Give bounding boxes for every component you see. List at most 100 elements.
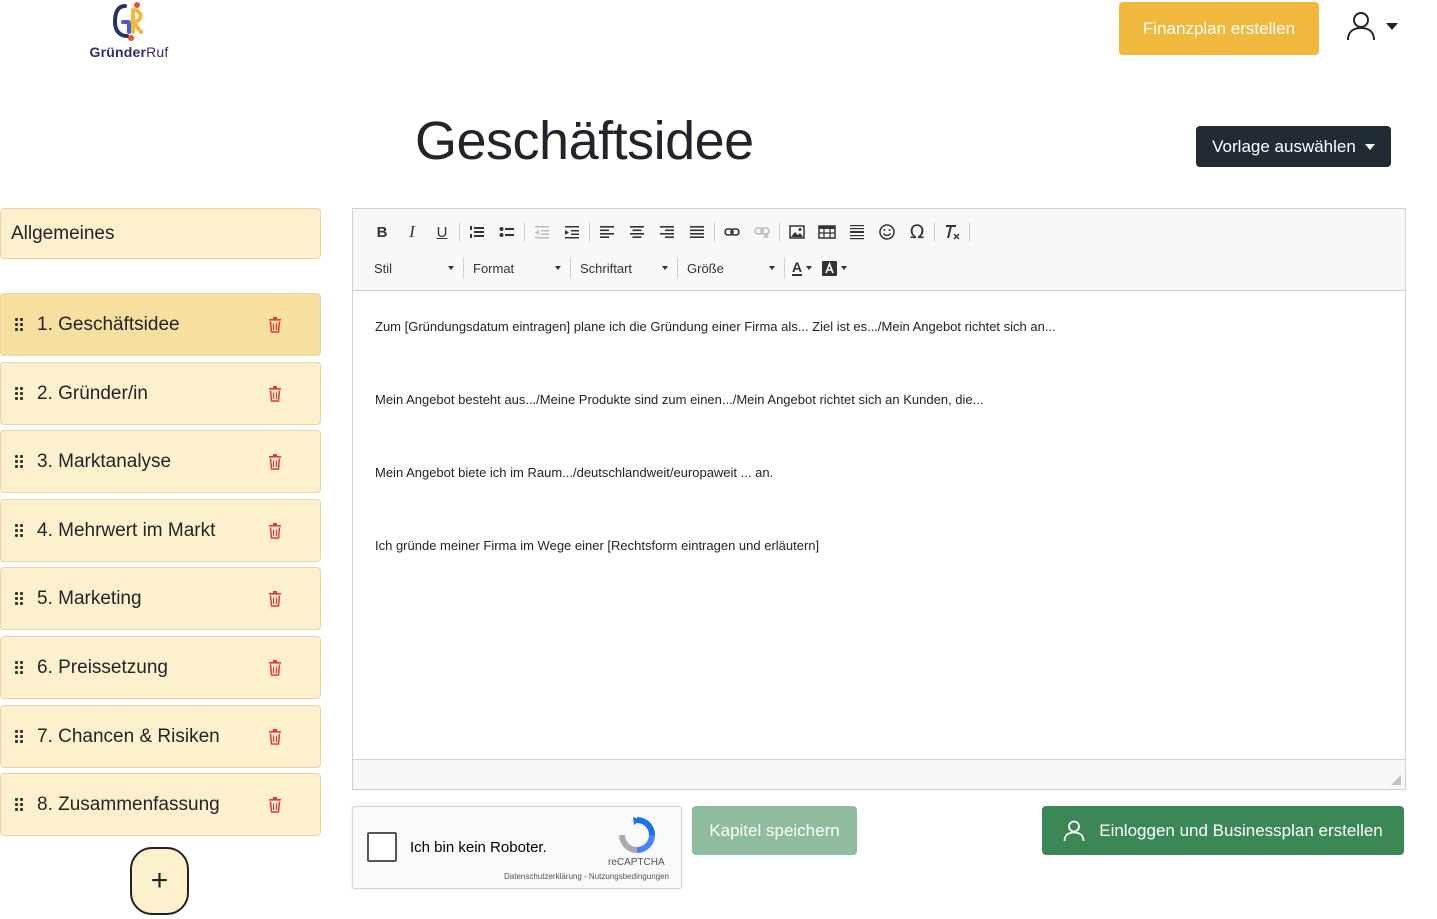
toolbar-separator bbox=[463, 258, 464, 278]
drag-handle-icon[interactable] bbox=[1, 730, 37, 743]
chapter-label: 7. Chancen & Risiken bbox=[37, 725, 220, 747]
chapter-item[interactable]: 2. Gründer/in bbox=[0, 362, 321, 425]
format-dropdown[interactable]: Format bbox=[466, 257, 568, 279]
resize-handle-icon[interactable] bbox=[1391, 775, 1401, 785]
recaptcha-checkbox[interactable] bbox=[367, 832, 397, 862]
chapter-item[interactable]: 7. Chancen & Risiken bbox=[0, 705, 321, 768]
trash-icon[interactable] bbox=[268, 659, 282, 676]
bullet-list-icon[interactable] bbox=[492, 221, 522, 243]
sidebar-item-allgemeines[interactable]: Allgemeines bbox=[0, 208, 321, 259]
editor-statusbar bbox=[353, 759, 1405, 789]
underline-button[interactable]: U bbox=[427, 221, 457, 243]
numbered-list-icon[interactable] bbox=[462, 221, 492, 243]
toolbar-separator bbox=[570, 258, 571, 278]
italic-button[interactable]: I bbox=[397, 221, 427, 243]
toolbar-separator bbox=[714, 222, 715, 242]
logo[interactable]: GründerRuf bbox=[86, 2, 172, 64]
editor-content[interactable]: Zum [Gründungsdatum eintragen] plane ich… bbox=[353, 291, 1405, 637]
chapter-label: 5. Marketing bbox=[37, 587, 142, 609]
drag-handle-icon[interactable] bbox=[1, 387, 37, 400]
toolbar-separator bbox=[677, 258, 678, 278]
style-dropdown[interactable]: Stil bbox=[367, 257, 461, 279]
drag-handle-icon[interactable] bbox=[1, 318, 37, 331]
chapter-item[interactable]: 6. Preissetzung bbox=[0, 636, 321, 699]
editor-paragraph: Mein Angebot biete ich im Raum.../deutsc… bbox=[375, 465, 774, 480]
chevron-down-icon bbox=[806, 266, 813, 270]
background-color-button[interactable] bbox=[817, 257, 852, 279]
background-color-icon bbox=[822, 260, 838, 276]
trash-icon[interactable] bbox=[268, 796, 282, 813]
trash-icon[interactable] bbox=[268, 316, 282, 333]
chevron-down-icon bbox=[448, 266, 454, 270]
add-chapter-button[interactable]: + bbox=[130, 847, 189, 915]
drag-handle-icon[interactable] bbox=[1, 524, 37, 537]
table-icon[interactable] bbox=[812, 221, 842, 243]
user-icon bbox=[1063, 820, 1085, 841]
chapter-label: 6. Preissetzung bbox=[37, 656, 168, 678]
finanzplan-button[interactable]: Finanzplan erstellen bbox=[1119, 2, 1319, 55]
text-color-button[interactable]: A bbox=[787, 257, 817, 279]
unlink-icon[interactable] bbox=[747, 221, 777, 243]
chapter-item[interactable]: 3. Marktanalyse bbox=[0, 430, 321, 493]
recaptcha-links[interactable]: Datenschutzerklärung - Nutzungsbedingung… bbox=[504, 872, 669, 881]
toolbar-separator bbox=[969, 222, 970, 242]
chapter-label: 8. Zusammenfassung bbox=[37, 793, 220, 815]
size-dropdown[interactable]: Größe bbox=[680, 257, 782, 279]
align-justify-icon[interactable] bbox=[682, 221, 712, 243]
chapter-item[interactable]: 5. Marketing bbox=[0, 567, 321, 630]
drag-handle-icon[interactable] bbox=[1, 592, 37, 605]
bold-button[interactable]: B bbox=[367, 221, 397, 243]
toolbar-separator bbox=[589, 222, 590, 242]
toolbar-separator bbox=[779, 222, 780, 242]
align-center-icon[interactable] bbox=[622, 221, 652, 243]
drag-handle-icon[interactable] bbox=[1, 455, 37, 468]
drag-handle-icon[interactable] bbox=[1, 798, 37, 811]
toolbar-separator bbox=[934, 222, 935, 242]
login-button-label: Einloggen und Businessplan erstellen bbox=[1099, 820, 1383, 840]
text-color-icon: A bbox=[792, 259, 803, 276]
recaptcha-widget: Ich bin kein Roboter. reCAPTCHA Datensch… bbox=[352, 806, 682, 889]
editor-toolbar: B I U Ω Stil Format Schriftart Größe A bbox=[353, 209, 1405, 291]
clear-format-icon[interactable] bbox=[937, 221, 967, 243]
logo-text: GründerRuf bbox=[89, 44, 169, 60]
vorlage-dropdown-button[interactable]: Vorlage auswählen bbox=[1196, 126, 1391, 167]
chapter-label: 4. Mehrwert im Markt bbox=[37, 519, 216, 541]
page-title: Geschäftsidee bbox=[415, 111, 754, 171]
editor-paragraph: Zum [Gründungsdatum eintragen] plane ich… bbox=[375, 319, 1056, 334]
editor-paragraph: Ich gründe meiner Firma im Wege einer [R… bbox=[375, 538, 820, 553]
user-menu[interactable] bbox=[1346, 8, 1408, 44]
chevron-down-icon bbox=[1386, 22, 1398, 30]
image-icon[interactable] bbox=[782, 221, 812, 243]
link-icon[interactable] bbox=[717, 221, 747, 243]
chapter-label: 2. Gründer/in bbox=[37, 382, 148, 404]
trash-icon[interactable] bbox=[268, 453, 282, 470]
chevron-down-icon bbox=[1364, 143, 1375, 150]
chapter-item[interactable]: 8. Zusammenfassung bbox=[0, 773, 321, 836]
align-right-icon[interactable] bbox=[652, 221, 682, 243]
trash-icon[interactable] bbox=[268, 728, 282, 745]
trash-icon[interactable] bbox=[268, 590, 282, 607]
trash-icon[interactable] bbox=[268, 522, 282, 539]
emoji-icon[interactable] bbox=[872, 221, 902, 243]
horizontal-line-icon[interactable] bbox=[842, 221, 872, 243]
chevron-down-icon bbox=[662, 266, 668, 270]
chevron-down-icon bbox=[555, 266, 561, 270]
align-left-icon[interactable] bbox=[592, 221, 622, 243]
toolbar-separator bbox=[459, 222, 460, 242]
chapter-item[interactable]: 4. Mehrwert im Markt bbox=[0, 499, 321, 562]
chapter-label: 3. Marktanalyse bbox=[37, 450, 172, 472]
font-dropdown[interactable]: Schriftart bbox=[573, 257, 675, 279]
drag-handle-icon[interactable] bbox=[1, 661, 37, 674]
outdent-icon[interactable] bbox=[527, 221, 557, 243]
chapter-item[interactable]: 1. Geschäftsidee bbox=[0, 293, 321, 356]
chevron-down-icon bbox=[769, 266, 775, 270]
special-char-icon[interactable]: Ω bbox=[902, 221, 932, 243]
trash-icon[interactable] bbox=[268, 385, 282, 402]
recaptcha-label: Ich bin kein Roboter. bbox=[410, 839, 547, 856]
login-create-businessplan-button[interactable]: Einloggen und Businessplan erstellen bbox=[1042, 806, 1404, 855]
save-chapter-button[interactable]: Kapitel speichern bbox=[692, 806, 857, 855]
rich-text-editor[interactable]: B I U Ω Stil Format Schriftart Größe A Z… bbox=[352, 208, 1406, 790]
indent-icon[interactable] bbox=[557, 221, 587, 243]
chapter-label: 1. Geschäftsidee bbox=[37, 313, 180, 335]
toolbar-separator bbox=[784, 258, 785, 278]
